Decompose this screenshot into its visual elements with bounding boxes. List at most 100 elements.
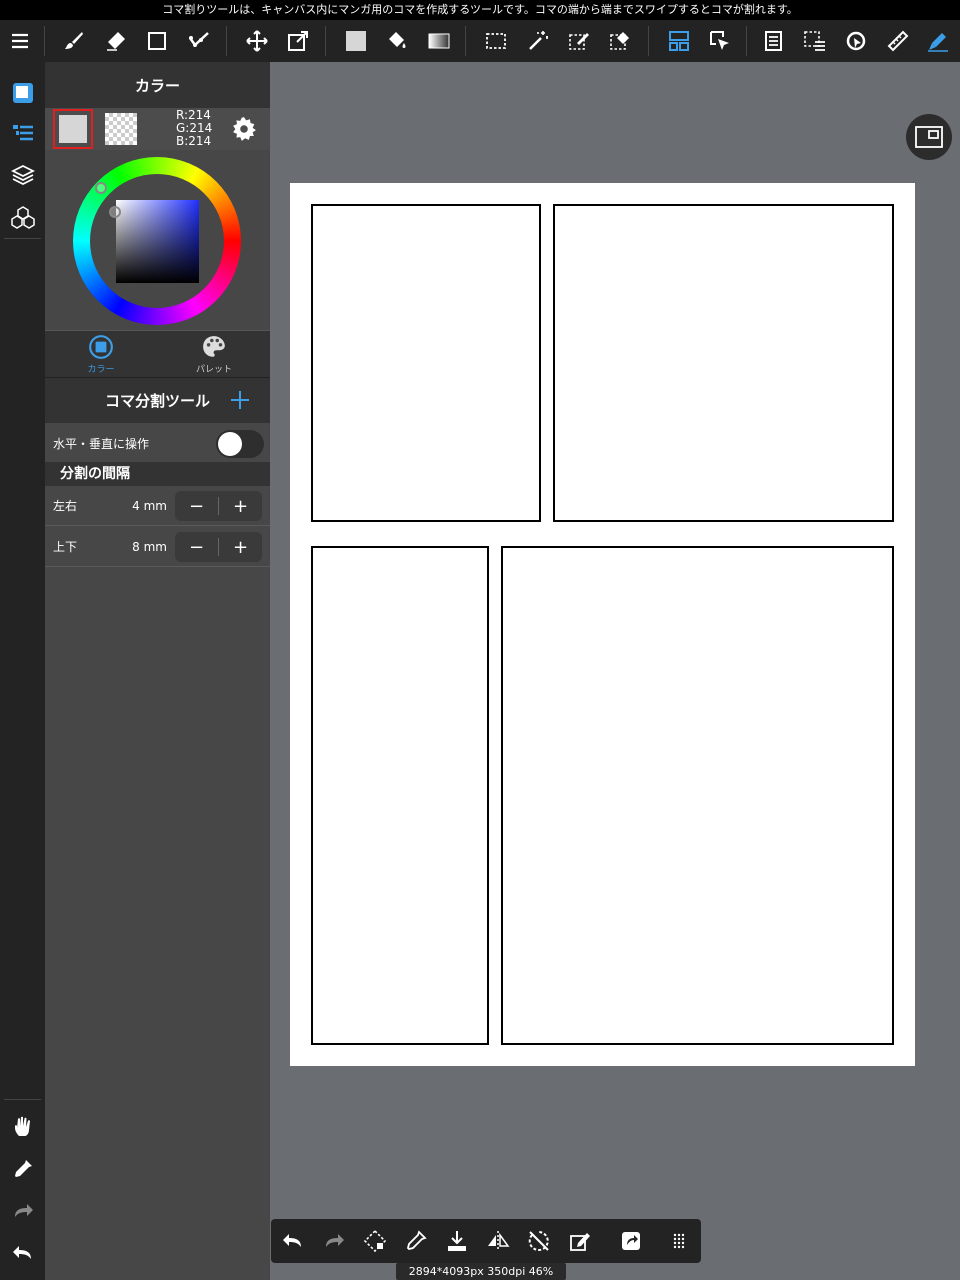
canvas-info: 2894*4093px 350dpi 46% — [396, 1263, 566, 1280]
move-icon[interactable] — [241, 25, 273, 57]
import-icon[interactable] — [441, 1225, 473, 1257]
undo-icon[interactable] — [277, 1225, 309, 1257]
tab-color-label: カラー — [87, 365, 115, 375]
brush-icon[interactable] — [58, 25, 90, 57]
gear-icon[interactable] — [231, 116, 257, 142]
comic-panel-frame[interactable] — [311, 204, 541, 522]
toolbar-divider — [465, 26, 466, 56]
lasso-select-icon[interactable] — [480, 25, 512, 57]
toggle-row: 水平・垂直に操作 — [45, 424, 270, 464]
toolbar-divider — [746, 26, 747, 56]
snap-icon[interactable] — [840, 25, 872, 57]
palette-icon — [203, 336, 225, 357]
spacing-value: 8 mm — [132, 540, 167, 554]
comic-panel-frame[interactable] — [311, 546, 489, 1045]
hue-knob[interactable] — [95, 182, 107, 194]
layers-icon[interactable] — [6, 158, 39, 191]
increment-button[interactable]: + — [219, 491, 262, 521]
toolbar-divider — [44, 26, 45, 56]
panel-divide-icon[interactable] — [663, 25, 695, 57]
side-panel: カラー R:214 G:214 B:214 カラー パレット コマ分割ツール 水… — [45, 62, 270, 1280]
bottom-toolbar — [271, 1219, 701, 1263]
redo-icon[interactable] — [318, 1225, 350, 1257]
add-icon[interactable] — [228, 388, 252, 412]
toggle-knob — [218, 432, 242, 456]
spacing-heading: 分割の間隔 — [45, 462, 270, 486]
undo-icon[interactable] — [6, 1236, 39, 1269]
rail-divider — [4, 1099, 41, 1100]
spacing-label: 左右 — [53, 499, 78, 513]
toolbar-divider — [226, 26, 227, 56]
spacing-value: 4 mm — [132, 499, 167, 513]
rectangle-icon[interactable] — [141, 25, 173, 57]
color-tabs: カラー パレット — [45, 330, 270, 377]
color-tab-icon — [89, 335, 113, 359]
increment-button[interactable]: + — [219, 532, 262, 562]
tab-palette-label: パレット — [195, 365, 232, 375]
toolbar-divider — [648, 26, 649, 56]
comic-panel-frame[interactable] — [553, 204, 894, 522]
rotate-reset-icon[interactable] — [523, 1225, 555, 1257]
eyedropper-icon[interactable] — [400, 1225, 432, 1257]
toggle-label: 水平・垂直に操作 — [53, 437, 150, 451]
select-eraser-icon[interactable] — [604, 25, 636, 57]
main-color-swatch[interactable] — [53, 109, 93, 149]
materials-icon[interactable] — [6, 200, 39, 233]
transparent-color-swatch[interactable] — [105, 113, 137, 145]
decrement-button[interactable]: − — [175, 491, 218, 521]
bucket-icon[interactable] — [381, 25, 413, 57]
orthogonal-toggle[interactable] — [216, 430, 264, 458]
spacing-stepper: − + — [175, 532, 262, 562]
spacing-row-horizontal: 左右 4 mm − + — [45, 486, 270, 526]
select-pen-icon[interactable] — [563, 25, 595, 57]
hand-icon[interactable] — [6, 1110, 39, 1143]
sv-knob[interactable] — [109, 206, 121, 218]
color-picker-area — [45, 150, 270, 330]
main-toolbar — [0, 20, 960, 62]
main-color-fill — [59, 115, 87, 143]
transform-icon[interactable] — [282, 25, 314, 57]
decrement-button[interactable]: − — [175, 532, 218, 562]
object-select-icon[interactable] — [704, 25, 736, 57]
fill-color-icon[interactable] — [340, 25, 372, 57]
spacing-stepper: − + — [175, 491, 262, 521]
flip-icon[interactable] — [482, 1225, 514, 1257]
tab-palette[interactable]: パレット — [158, 331, 270, 378]
text-icon[interactable] — [757, 25, 789, 57]
transform-select-icon[interactable] — [359, 1225, 391, 1257]
stabilizer-icon[interactable] — [183, 25, 215, 57]
ruler-icon[interactable] — [882, 25, 914, 57]
tool-panel-title: コマ分割ツール — [104, 392, 210, 410]
rgb-b: B:214 — [176, 134, 212, 148]
tool-panel-header: コマ分割ツール — [45, 377, 270, 423]
tab-color[interactable]: カラー — [45, 331, 157, 378]
saturation-value-square[interactable] — [116, 200, 199, 283]
magic-wand-icon[interactable] — [522, 25, 554, 57]
more-icon[interactable] — [663, 1225, 695, 1257]
share-icon[interactable] — [615, 1225, 647, 1257]
pen-icon[interactable] — [922, 25, 954, 57]
rail-divider — [4, 238, 41, 239]
canvas-area[interactable] — [270, 62, 960, 1280]
left-rail — [0, 62, 45, 1280]
navigator-button[interactable] — [906, 114, 952, 160]
navigator-icon — [915, 126, 943, 148]
color-swatch-row: R:214 G:214 B:214 — [45, 108, 270, 150]
spacing-row-vertical: 上下 8 mm − + — [45, 527, 270, 567]
app-window: コマ割りツールは、キャンバス内にマンガ用のコマを作成するツールです。コマの端から… — [0, 0, 960, 1280]
menu-icon[interactable] — [4, 25, 36, 57]
select-menu-icon[interactable] — [799, 25, 831, 57]
tool-hint-bar: コマ割りツールは、キャンバス内にマンガ用のコマを作成するツールです。コマの端から… — [0, 0, 960, 20]
brush-list-icon[interactable] — [6, 116, 39, 149]
spacing-label: 上下 — [53, 540, 78, 554]
color-panel-icon[interactable] — [6, 76, 39, 109]
redo-icon[interactable] — [6, 1194, 39, 1227]
eraser-icon[interactable] — [100, 25, 132, 57]
eyedropper-icon[interactable] — [6, 1152, 39, 1185]
comic-panel-frame[interactable] — [501, 546, 894, 1045]
manga-page[interactable] — [290, 183, 915, 1066]
color-panel-title: カラー — [45, 62, 270, 108]
gradient-icon[interactable] — [423, 25, 455, 57]
rgb-readout: R:214 G:214 B:214 — [176, 109, 212, 148]
edit-icon[interactable] — [564, 1225, 596, 1257]
